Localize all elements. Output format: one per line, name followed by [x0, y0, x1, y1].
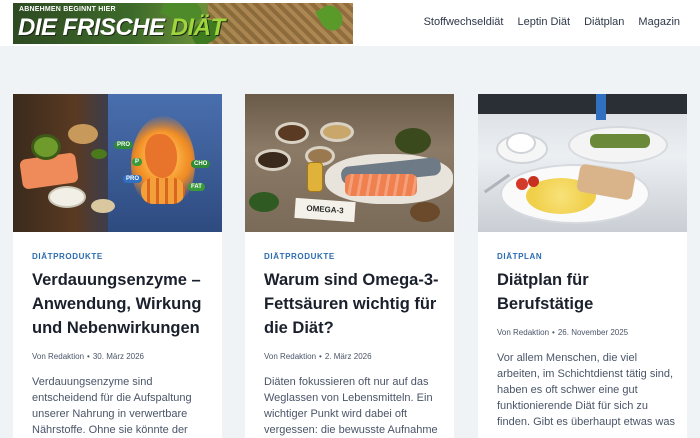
post-author[interactable]: Von Redaktion: [497, 328, 549, 337]
walnut-bowl-icon: [320, 122, 354, 142]
post-category[interactable]: DIÄTPLAN: [497, 252, 677, 261]
walnuts-icon: [410, 202, 440, 222]
post-title[interactable]: Verdauungsenzyme – Anwendung, Wirkung un…: [32, 268, 212, 340]
post-thumbnail[interactable]: [478, 94, 687, 232]
p-badge: P: [132, 158, 143, 166]
stomach-icon: [145, 134, 177, 178]
post-excerpt: Verdauungsenzyme sind entscheidend für d…: [32, 376, 192, 436]
post-meta: Von Redaktion • 30. März 2026: [32, 352, 144, 361]
salmon-fillet-icon: [345, 174, 417, 196]
post-body: DIÄTPRODUKTE Verdauungsenzyme – Anwendun…: [32, 252, 212, 438]
main-navigation: Stoffwechseldiät Leptin Diät Diätplan Ma…: [424, 16, 680, 28]
post-category[interactable]: DIÄTPRODUKTE: [32, 252, 212, 261]
greens-icon: [91, 149, 107, 159]
post-meta: Von Redaktion • 26. November 2025: [497, 328, 629, 337]
post-date: 26. November 2025: [557, 328, 629, 337]
omega-3-label: OMEGA-3: [294, 197, 356, 223]
nav-item-stoffwechseldiaet[interactable]: Stoffwechseldiät: [424, 16, 504, 28]
post-author[interactable]: Von Redaktion: [32, 352, 84, 361]
tomato-icon: [528, 176, 539, 187]
nav-item-magazin[interactable]: Magazin: [638, 16, 680, 28]
coffee-cup-icon: [506, 132, 536, 154]
logo-tagline: ABNEHMEN BEGINNT HIER: [19, 6, 116, 13]
post-excerpt: Diäten fokussieren oft nur auf das Wegla…: [264, 376, 438, 436]
post-card: DIÄTPLAN Diätplan für Berufstätige Von R…: [478, 94, 687, 438]
post-category[interactable]: DIÄTPRODUKTE: [264, 252, 444, 261]
post-card: OMEGA-3 DIÄTPRODUKTE Warum sind Omega-3-…: [245, 94, 454, 438]
bowl-icon: [48, 186, 86, 208]
site-logo[interactable]: ABNEHMEN BEGINNT HIER DIE FRISCHE DIÄT: [13, 3, 353, 44]
avocado-icon: [395, 128, 431, 154]
nuts-icon: [68, 124, 98, 144]
post-date: 30. März 2026: [92, 352, 144, 361]
intestines-icon: [141, 178, 185, 204]
nav-item-leptin-diaet[interactable]: Leptin Diät: [517, 16, 570, 28]
spinach-icon: [249, 192, 279, 212]
post-thumbnail[interactable]: PRO P PRO CHO FAT: [13, 94, 222, 232]
almonds-icon: [91, 199, 115, 213]
post-thumbnail[interactable]: OMEGA-3: [245, 94, 454, 232]
seeds-bowl-icon: [275, 122, 309, 144]
post-body: DIÄTPLAN Diätplan für Berufstätige Von R…: [497, 252, 677, 430]
background-shape: [478, 94, 687, 114]
post-author[interactable]: Von Redaktion: [264, 352, 316, 361]
site-header: ABNEHMEN BEGINNT HIER DIE FRISCHE DIÄT S…: [0, 0, 700, 46]
avocado-toast-icon: [590, 134, 650, 148]
post-card: PRO P PRO CHO FAT DIÄTPRODUKTE Verdauung…: [13, 94, 222, 438]
chia-bowl-icon: [255, 149, 291, 171]
post-title[interactable]: Warum sind Omega-3-Fettsäuren wichtig fü…: [264, 268, 444, 340]
post-body: DIÄTPRODUKTE Warum sind Omega-3-Fettsäur…: [264, 252, 444, 438]
avocado-icon: [31, 134, 61, 160]
post-title[interactable]: Diätplan für Berufstätige: [497, 268, 677, 316]
post-date: 2. März 2026: [324, 352, 372, 361]
tomato-icon: [516, 178, 528, 190]
fat-badge: FAT: [188, 183, 205, 191]
logo-wordmark: DIE FRISCHE DIÄT: [18, 14, 225, 41]
cho-badge: CHO: [191, 160, 211, 168]
pro-badge: PRO: [123, 175, 143, 183]
bottle-icon: [596, 94, 606, 120]
post-meta: Von Redaktion • 2. März 2026: [264, 352, 372, 361]
nav-item-diaetplan[interactable]: Diätplan: [584, 16, 624, 28]
oil-bottle-icon: [307, 162, 323, 192]
pro-badge: PRO: [114, 141, 134, 149]
post-excerpt: Vor allem Menschen, die viel arbeiten, i…: [497, 352, 675, 428]
